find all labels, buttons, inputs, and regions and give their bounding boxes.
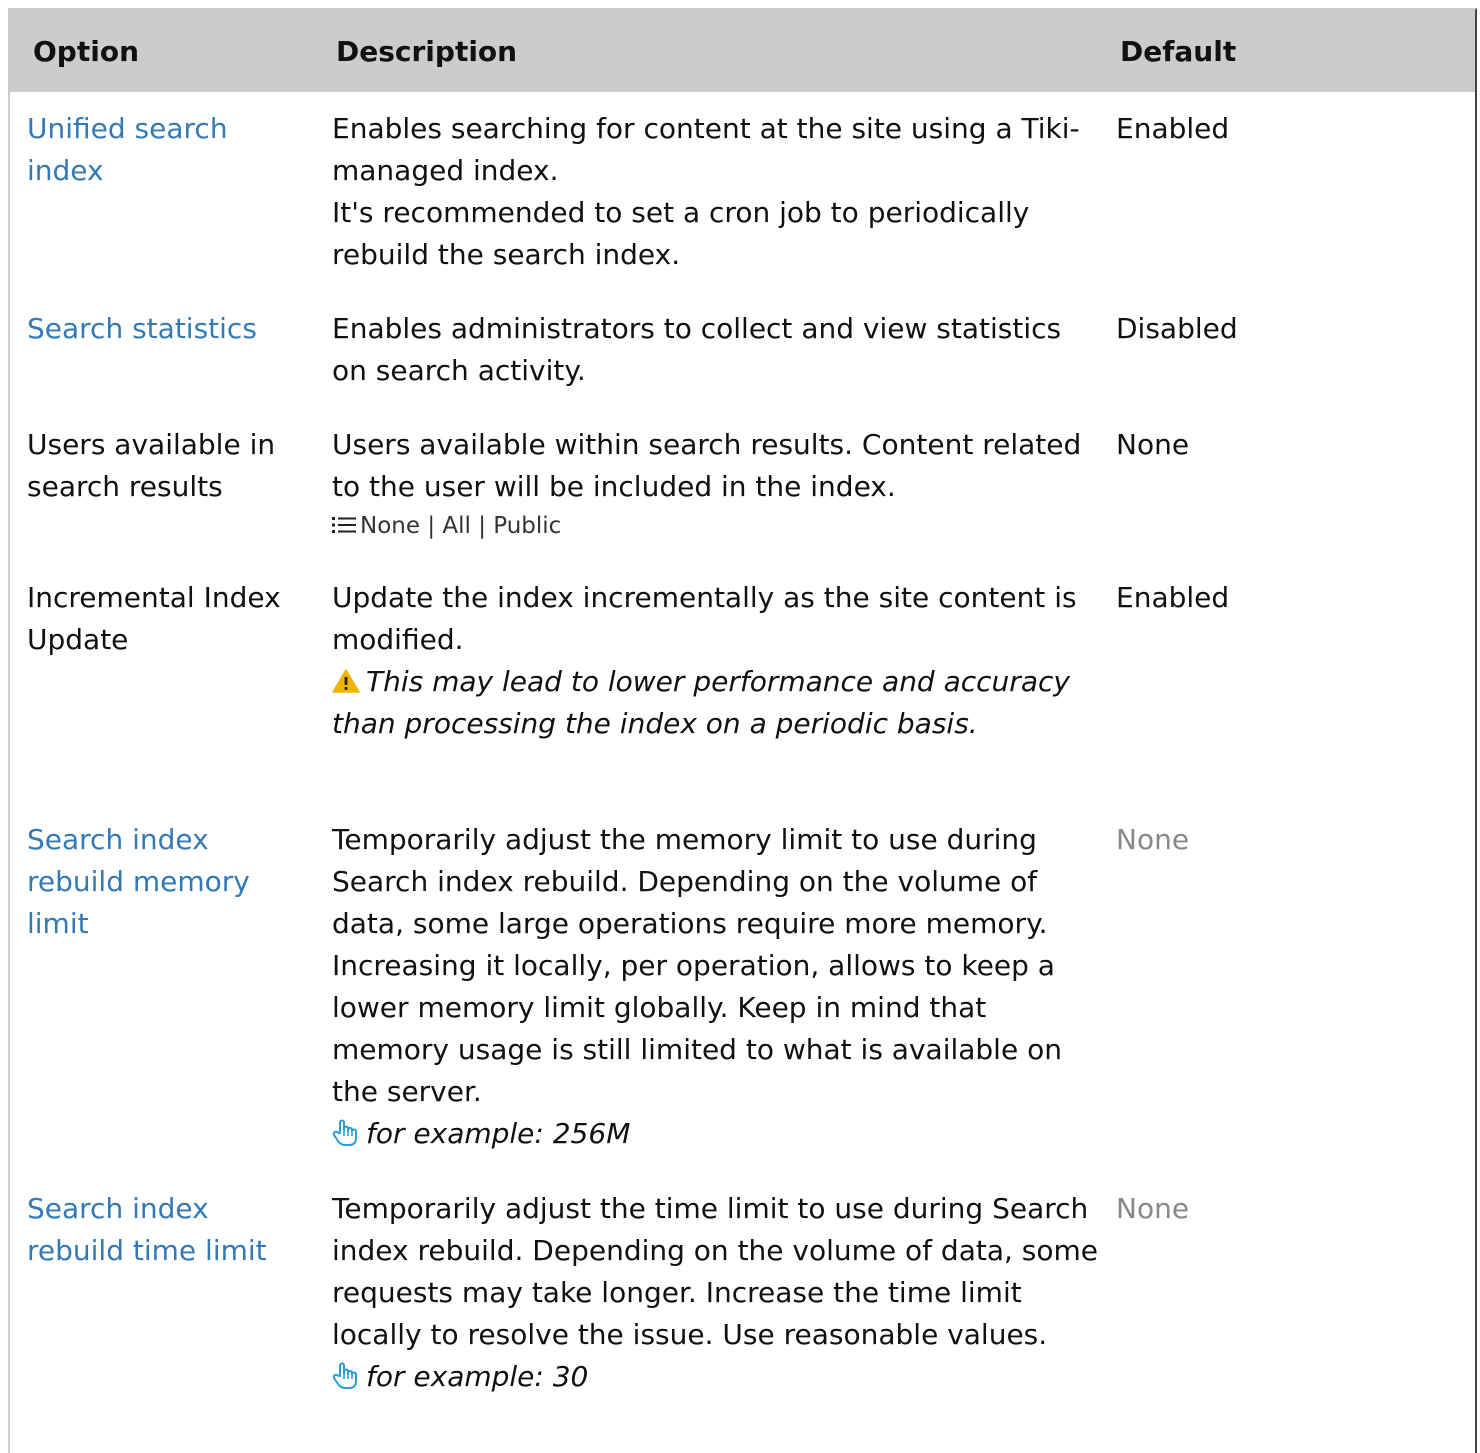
warning-text: This may lead to lower performance and a…	[332, 665, 1070, 740]
table-header: Option Description Default	[10, 10, 1475, 92]
description-text: It's recommended to set a cron job to pe…	[332, 196, 1030, 271]
option-link-unified-search-index[interactable]: Unified search index	[27, 112, 228, 187]
default-cell: None	[1116, 428, 1190, 461]
default-cell: Enabled	[1116, 112, 1230, 145]
default-cell: None	[1116, 1192, 1190, 1225]
description-cell: Temporarily adjust the memory limit to u…	[332, 819, 1102, 1155]
description-text: Users available within search results. C…	[332, 428, 1082, 503]
warning-note: This may lead to lower performance and a…	[332, 661, 1102, 745]
option-cell: Search index rebuild memory limit	[27, 819, 307, 945]
list-icon	[332, 509, 356, 533]
option-cell: Users available in search results	[27, 428, 276, 503]
column-header-default: Default	[1120, 35, 1237, 68]
pointing-hand-icon	[332, 1117, 358, 1146]
description-text: Temporarily adjust the memory limit to u…	[332, 823, 1062, 1108]
pointing-hand-icon	[332, 1360, 358, 1389]
option-link-search-statistics[interactable]: Search statistics	[27, 312, 257, 345]
description-text: Enables administrators to collect and vi…	[332, 312, 1062, 387]
example-text: for example: 256M	[366, 1117, 631, 1150]
option-link-search-index-rebuild-memory-limit[interactable]: Search index rebuild memory limit	[27, 823, 250, 940]
description-cell: Update the index incrementally as the si…	[332, 577, 1102, 745]
example-text: for example: 30	[366, 1360, 589, 1393]
description-cell: Temporarily adjust the time limit to use…	[332, 1188, 1102, 1398]
description-cell: Enables administrators to collect and vi…	[332, 308, 1102, 392]
option-cell: Incremental Index Update	[27, 581, 281, 656]
column-header-description: Description	[336, 35, 518, 68]
example-hint: for example: 256M	[332, 1113, 1102, 1155]
option-cell: Unified search index	[27, 108, 307, 192]
choices-line: None | All | Public	[332, 508, 1102, 544]
option-cell: Search index rebuild time limit	[27, 1188, 307, 1272]
choices-text: None | All | Public	[360, 513, 562, 539]
default-cell: Disabled	[1116, 312, 1238, 345]
default-cell: None	[1116, 823, 1190, 856]
option-cell: Search statistics	[27, 308, 307, 350]
description-text: Temporarily adjust the time limit to use…	[332, 1192, 1099, 1351]
default-cell: Enabled	[1116, 581, 1230, 614]
description-text: Update the index incrementally as the si…	[332, 581, 1077, 656]
warning-triangle-icon	[332, 663, 360, 693]
column-header-option: Option	[33, 35, 139, 68]
description-text: Enables searching for content at the sit…	[332, 112, 1080, 187]
example-hint: for example: 30	[332, 1356, 1102, 1398]
description-cell: Users available within search results. C…	[332, 424, 1102, 544]
option-link-search-index-rebuild-time-limit[interactable]: Search index rebuild time limit	[27, 1192, 267, 1267]
description-cell: Enables searching for content at the sit…	[332, 108, 1102, 276]
